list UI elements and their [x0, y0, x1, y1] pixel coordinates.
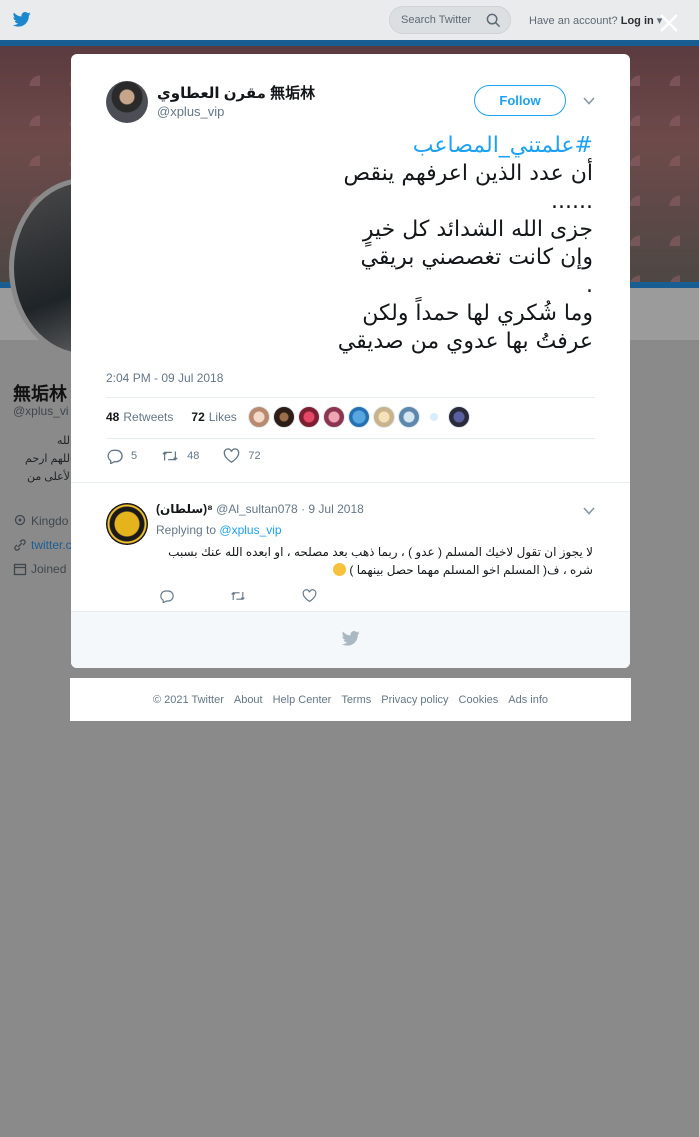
reply-count: 5: [131, 450, 138, 462]
liker-avatars: [248, 406, 470, 428]
tweet-line: جزى الله الشدائد كل خيرٍ: [362, 217, 593, 242]
liker-avatar[interactable]: [298, 406, 320, 428]
tweet-line: .: [586, 273, 593, 298]
heart-icon: [302, 589, 317, 603]
hashtag-link[interactable]: #علمتني_المصاعب: [106, 132, 593, 160]
footer-link-help-center[interactable]: Help Center: [273, 694, 332, 706]
reply-author-handle[interactable]: @Al_sultan078: [216, 502, 298, 516]
tweet-line: أن عدد الذين اعرفهم ينقص: [343, 161, 593, 186]
tweet-text: #علمتني_المصاعب أن عدد الذين اعرفهم ينقص…: [106, 132, 593, 356]
like-button[interactable]: 72: [223, 448, 261, 464]
reply-text-line: لا يجوز ان تقول لاخيك المسلم ( عدو ) ، ر…: [168, 545, 593, 559]
tweet-line: وإن كانت تغصصني بريقي: [360, 245, 594, 270]
retweets-count[interactable]: 48: [106, 410, 119, 424]
chevron-down-icon[interactable]: [582, 94, 596, 108]
divider: [106, 438, 595, 439]
retweet-count: 48: [187, 450, 200, 462]
footer-link-cookies[interactable]: Cookies: [459, 694, 499, 706]
retweet-icon: [231, 592, 245, 600]
chevron-down-icon[interactable]: [582, 504, 596, 518]
liker-avatar[interactable]: [398, 406, 420, 428]
smile-emoji-icon: [333, 563, 347, 576]
reply-header: (سلطان)⁸ @Al_sultan078 · 9 Jul 2018: [156, 502, 364, 516]
reply-date[interactable]: · 9 Jul 2018: [301, 502, 364, 516]
reply-button[interactable]: 5: [106, 448, 137, 464]
close-icon[interactable]: [656, 10, 682, 36]
tweet-actions: 5 48 72: [106, 448, 285, 464]
modal-footer: [71, 611, 630, 668]
tweet-line: وما شُكري لها حمداً ولكن: [362, 301, 593, 326]
retweet-button[interactable]: 48: [161, 448, 199, 464]
replying-to-handle[interactable]: @xplus_vip: [219, 523, 281, 537]
likes-label[interactable]: Likes: [209, 410, 237, 424]
reply-tweet[interactable]: (سلطان)⁸ @Al_sultan078 · 9 Jul 2018 Repl…: [71, 485, 630, 611]
tweet-line: عرفتُ بها عدوي من صديقي: [337, 329, 593, 354]
reply-button[interactable]: [159, 589, 174, 603]
footer-link-ads-info[interactable]: Ads info: [508, 694, 548, 706]
reply-icon: [160, 590, 174, 603]
site-footer: © 2021 Twitter About Help Center Terms P…: [70, 678, 631, 721]
follow-button[interactable]: Follow: [474, 85, 566, 116]
heart-icon: [224, 448, 240, 463]
replying-to: Replying to @xplus_vip: [156, 523, 282, 537]
liker-avatar[interactable]: [430, 413, 438, 421]
author-handle[interactable]: @xplus_vip: [157, 104, 224, 119]
copyright-text: © 2021 Twitter: [152, 693, 224, 706]
tweet-modal: مقرن العطاوي 無垢林 @xplus_vip Follow #علمت…: [71, 54, 630, 668]
liker-avatar[interactable]: [373, 406, 395, 428]
author-name[interactable]: مقرن العطاوي 無垢林: [157, 82, 315, 103]
reply-icon: [107, 449, 123, 464]
tweet-stats: 48 Retweets 72 Likes: [106, 410, 237, 424]
retweets-label[interactable]: Retweets: [123, 410, 173, 424]
footer-link-terms[interactable]: Terms: [341, 694, 371, 706]
liker-avatar[interactable]: [323, 406, 345, 428]
twitter-logo-icon: [342, 631, 360, 646]
reply-actions: [159, 589, 373, 603]
reply-avatar[interactable]: [106, 503, 148, 545]
like-button[interactable]: [302, 589, 317, 603]
retweet-icon: [162, 451, 178, 461]
divider: [106, 397, 595, 398]
reply-text: لا يجوز ان تقول لاخيك المسلم ( عدو ) ، ر…: [156, 543, 593, 579]
liker-avatar[interactable]: [248, 406, 270, 428]
likes-count[interactable]: 72: [191, 410, 204, 424]
replying-to-prefix: Replying to: [156, 523, 217, 537]
footer-link-about[interactable]: About: [234, 694, 263, 706]
reply-text-line2: شره ، ف( المسلم اخو المسلم مهما حصل بينه…: [156, 561, 593, 579]
liker-avatar[interactable]: [273, 406, 295, 428]
tweet-line: ......: [551, 189, 593, 214]
footer-link-privacy[interactable]: Privacy policy: [381, 694, 448, 706]
reply-author-name[interactable]: (سلطان)⁸: [156, 502, 213, 516]
reply-text-line: شره ، ف( المسلم اخو المسلم مهما حصل بينه…: [349, 563, 593, 577]
retweet-button[interactable]: [230, 589, 246, 603]
author-avatar[interactable]: [106, 81, 148, 123]
like-count: 72: [248, 450, 261, 462]
divider: [71, 482, 630, 483]
liker-avatar[interactable]: [348, 406, 370, 428]
tweet-timestamp[interactable]: 2:04 PM - 09 Jul 2018: [106, 371, 223, 385]
liker-avatar[interactable]: [448, 406, 470, 428]
